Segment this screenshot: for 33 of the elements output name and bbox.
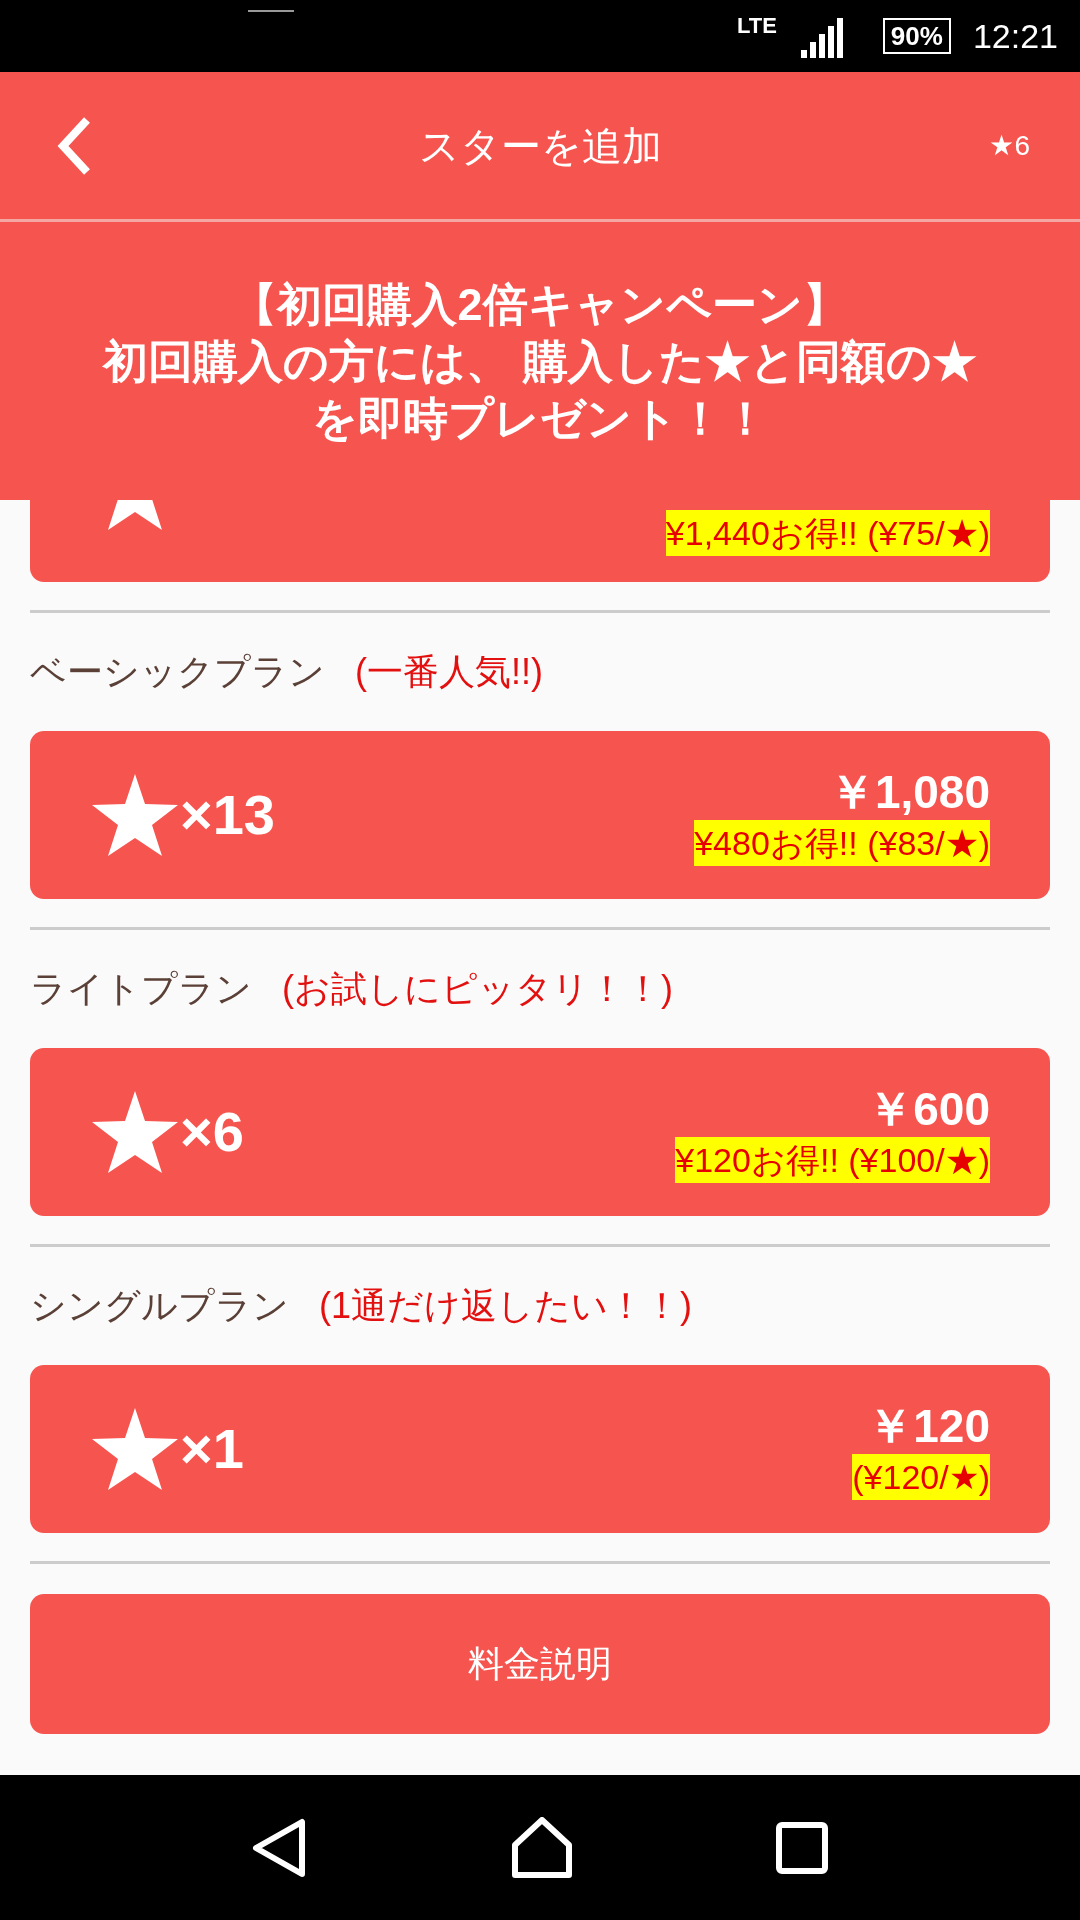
plan-tagline: (一番人気!!) (355, 650, 543, 694)
plan-tagline: (お試しにピッタリ！！) (282, 967, 673, 1011)
plan-name: シングルプラン (30, 1284, 289, 1328)
network-label: LTE (736, 11, 777, 40)
star-quantity: ×1 (180, 1416, 244, 1482)
plan-name: ライトプラン (30, 967, 252, 1011)
discount-label: ¥120お得!! (¥100/★) (675, 1137, 990, 1183)
home-icon[interactable] (511, 1816, 573, 1879)
fee-explanation-button[interactable]: 料金説明 (30, 1594, 1050, 1734)
discount-label: ¥480お得!! (¥83/★) (694, 820, 990, 866)
plan-card[interactable]: ×13 ￥1,080 ¥480お得!! (¥83/★) (30, 731, 1050, 899)
banner-text: を即時プレゼント！！ (312, 391, 768, 446)
back-icon (57, 115, 93, 176)
plan-card[interactable]: ×6 ￥600 ¥120お得!! (¥100/★) (30, 1048, 1050, 1216)
plan-card[interactable]: ¥1,440お得!! (¥75/★) (30, 500, 1050, 582)
star-balance: ★6 (989, 128, 1030, 163)
star-quantity: ×13 (180, 782, 275, 848)
back-nav-icon[interactable] (251, 1817, 308, 1878)
clock: 12:21 (972, 15, 1058, 57)
battery-indicator: 90% (882, 18, 951, 54)
price: ￥600 (867, 1082, 990, 1137)
discount-label: ¥1,440お得!! (¥75/★) (665, 510, 990, 556)
price: ￥120 (867, 1399, 990, 1454)
banner-text: 初回購入の方には、 購入した★と同額の★ (102, 334, 978, 389)
plan-tagline: (1通だけ返したい！！) (319, 1284, 692, 1328)
screen-title: スターを追加 (418, 122, 662, 170)
price: ￥1,080 (828, 765, 990, 820)
plan-name: ベーシックプラン (30, 650, 325, 694)
banner-text: 【初回購入2倍キャンペーン】 (232, 277, 848, 332)
star-quantity: ×6 (180, 1099, 244, 1165)
discount-label: (¥120/★) (852, 1454, 990, 1500)
plan-card[interactable]: ×1 ￥120 (¥120/★) (30, 1365, 1050, 1533)
recents-icon[interactable] (776, 1821, 829, 1874)
